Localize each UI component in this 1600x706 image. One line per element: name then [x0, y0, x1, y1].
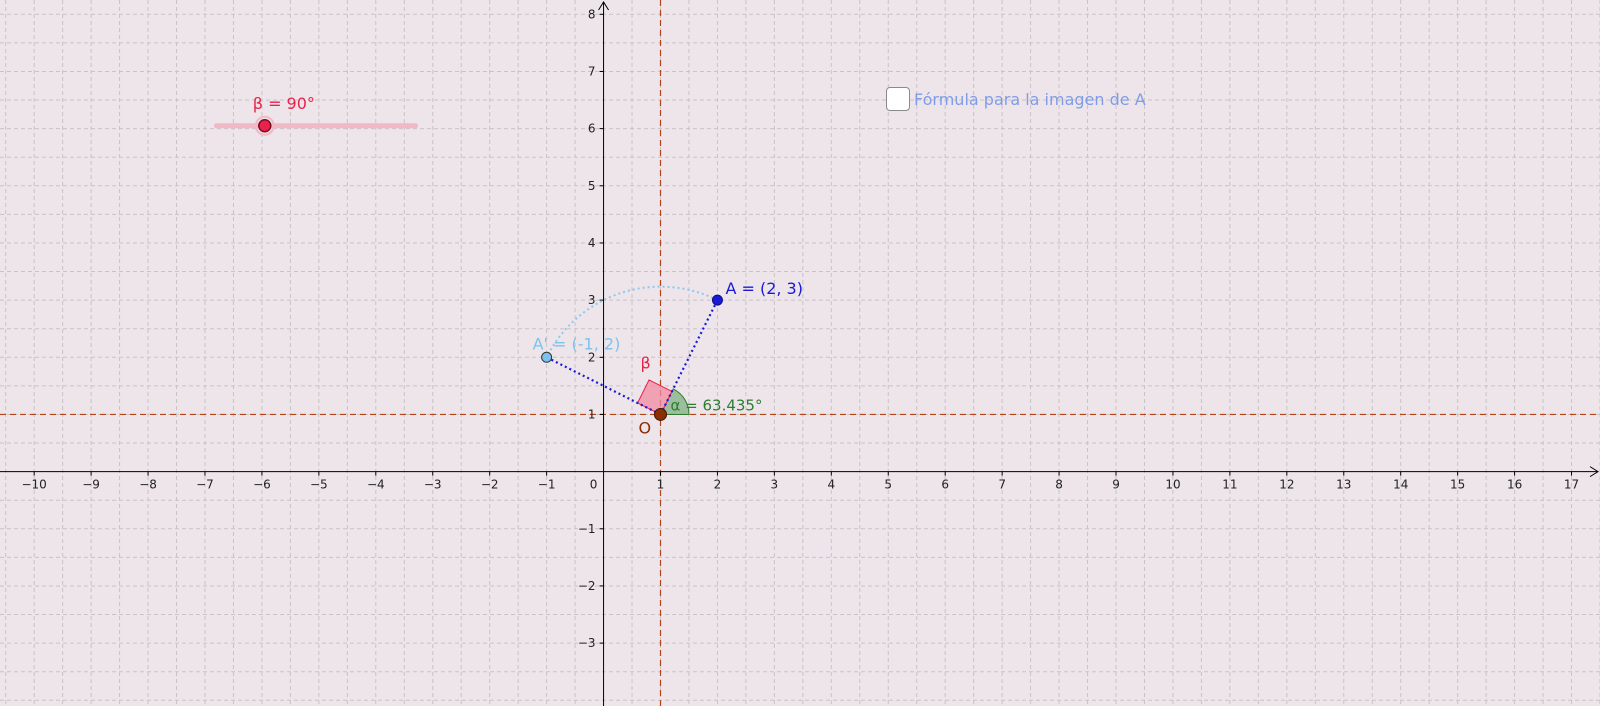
x-tick-label: 1	[657, 478, 665, 492]
y-tick-label: 1	[588, 407, 596, 421]
x-tick-label: 5	[884, 478, 892, 492]
checkbox-box[interactable]	[886, 87, 910, 111]
label-beta: β	[640, 353, 650, 372]
x-tick-label: 14	[1393, 478, 1408, 492]
x-tick-label: 11	[1222, 478, 1237, 492]
graphics-canvas[interactable]: −10 −9 −8 −7 −6 −5 −4 −3 −2 −1 0 1 2 3 4 5 6 7 8 9 10 11 12 13 1…	[0, 0, 1600, 706]
y-tick-label: −1	[578, 522, 596, 536]
y-tick-label: 3	[588, 293, 596, 307]
y-tick-label: 4	[588, 236, 596, 250]
x-tick-label: 7	[998, 478, 1006, 492]
x-tick-label: 2	[714, 478, 722, 492]
y-tick-label: 8	[588, 7, 596, 21]
x-tick-label: −10	[21, 478, 46, 492]
x-tick-label: 13	[1336, 478, 1351, 492]
x-tick-label: 0	[590, 478, 598, 492]
x-tick-label: 3	[771, 478, 779, 492]
x-tick-label: −4	[367, 478, 385, 492]
x-tick-label: −9	[82, 478, 100, 492]
point-O	[653, 407, 667, 421]
point-A	[711, 294, 723, 306]
label-alpha: α = 63.435°	[670, 396, 762, 414]
x-tick-label: 16	[1507, 478, 1522, 492]
guide-lines	[0, 0, 1600, 706]
x-tick-label: 8	[1055, 478, 1063, 492]
x-tick-label: 9	[1112, 478, 1120, 492]
y-tick-label: −3	[578, 636, 596, 650]
label-O: O	[638, 418, 651, 437]
x-tick-label: −2	[481, 478, 499, 492]
y-tick-label: 7	[588, 64, 596, 78]
checkbox-label[interactable]: Fórmula para la imagen de A	[914, 90, 1146, 109]
x-tick-label: 12	[1279, 478, 1294, 492]
x-axis-tick-labels: −10 −9 −8 −7 −6 −5 −4 −3 −2 −1 0 1 2 3 4 5 6 7 8 9 10 11 12 13 1…	[21, 471, 1579, 492]
x-tick-label: 17	[1564, 478, 1579, 492]
x-tick-label: 6	[941, 478, 949, 492]
x-tick-label: −6	[253, 478, 271, 492]
slider-label: β = 90°	[253, 94, 315, 113]
formula-checkbox[interactable]: Fórmula para la imagen de A	[886, 87, 1146, 111]
x-tick-label: −5	[310, 478, 328, 492]
axes	[0, 1, 1599, 706]
point-A-prime	[541, 351, 553, 363]
x-tick-label: 10	[1165, 478, 1180, 492]
x-tick-label: −1	[538, 478, 556, 492]
grid	[0, 0, 1600, 706]
x-tick-label: 15	[1450, 478, 1465, 492]
label-A: A = (2, 3)	[725, 279, 803, 298]
y-tick-label: 5	[588, 179, 596, 193]
y-tick-label: 6	[588, 122, 596, 136]
label-A-prime: A' = (-1, 2)	[533, 334, 621, 353]
construction: A = (2, 3) A' = (-1, 2) Oα = 63.435° β	[533, 279, 803, 437]
x-tick-label: 4	[827, 478, 835, 492]
x-tick-label: −7	[196, 478, 214, 492]
x-tick-label: −3	[424, 478, 442, 492]
slider-knob[interactable]	[258, 119, 272, 133]
graphics-view[interactable]: −10 −9 −8 −7 −6 −5 −4 −3 −2 −1 0 1 2 3 4 5 6 7 8 9 10 11 12 13 1…	[0, 0, 1600, 706]
x-tick-label: −8	[139, 478, 157, 492]
y-tick-label: −2	[578, 579, 596, 593]
